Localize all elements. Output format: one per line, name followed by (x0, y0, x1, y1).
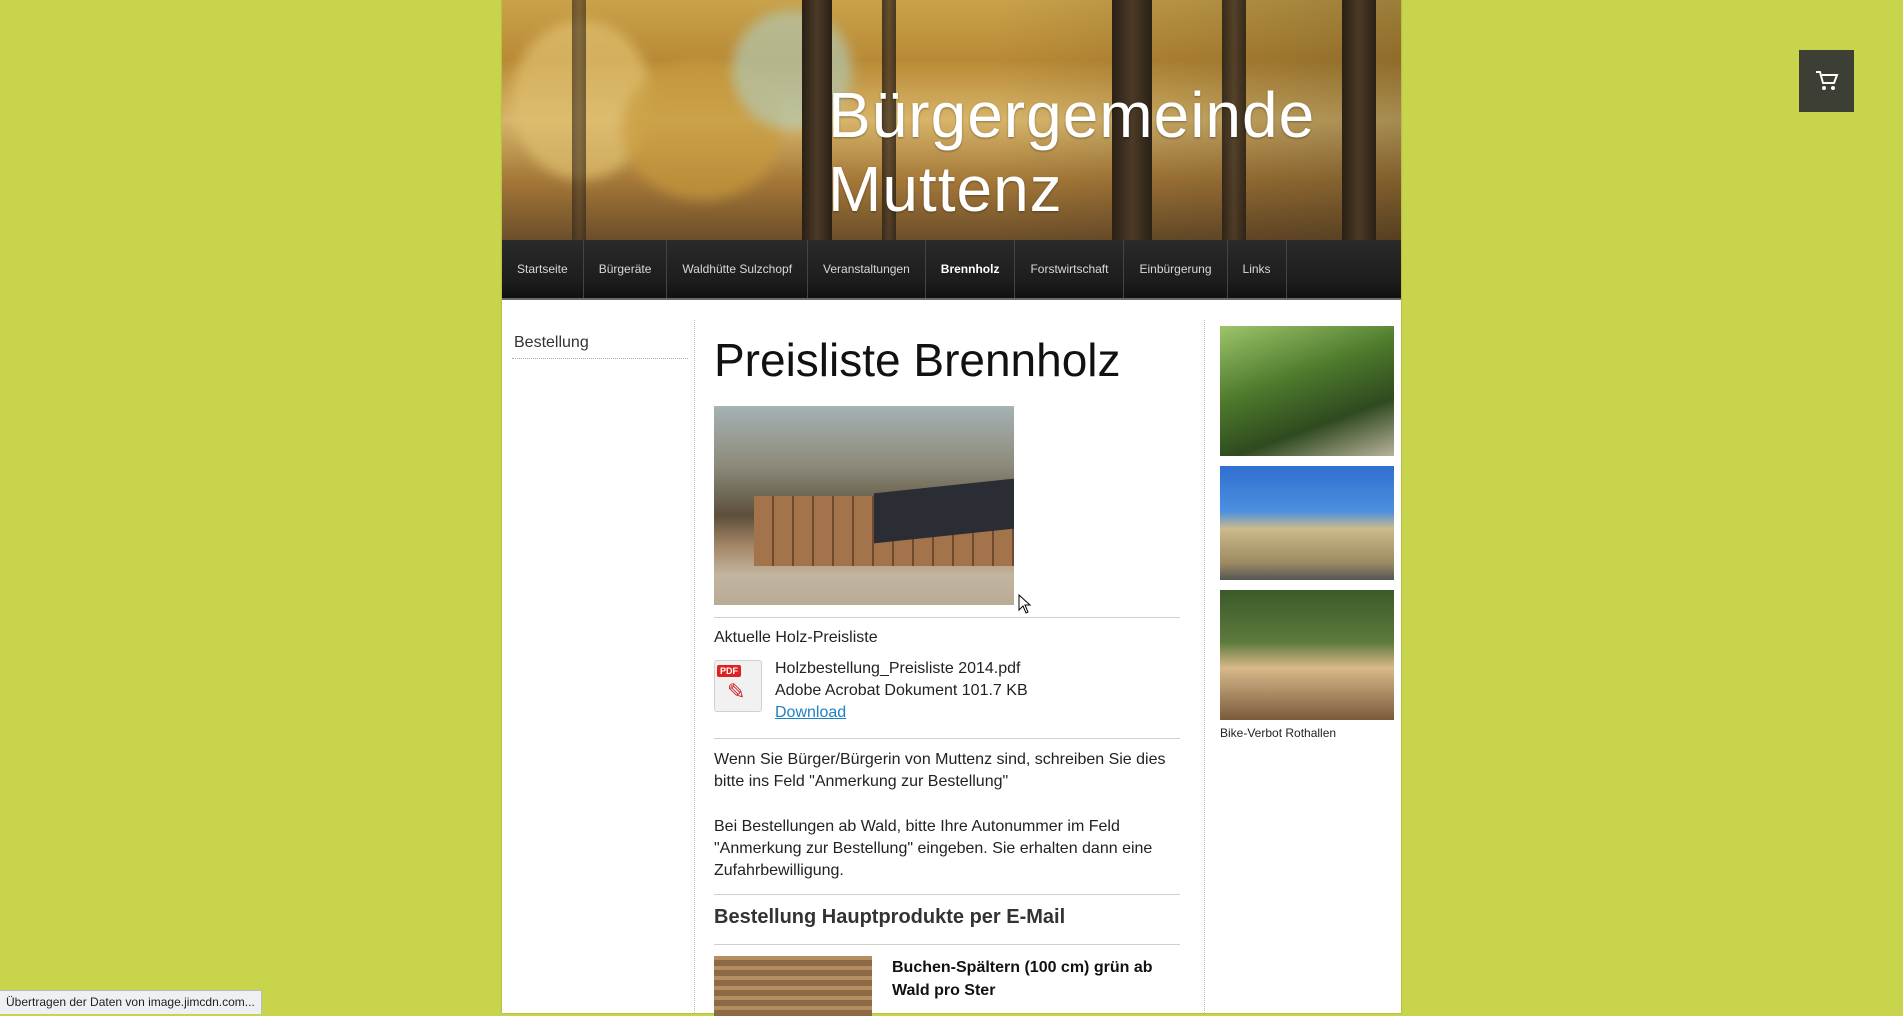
section-label: Aktuelle Holz-Preisliste (714, 629, 878, 646)
header-banner: Bürgergemeinde Muttenz (502, 0, 1401, 240)
page-title: Preisliste Brennholz (714, 334, 1121, 386)
order-section-heading: Bestellung Hauptprodukte per E-Mail (714, 906, 1066, 928)
shopping-cart-button[interactable] (1799, 50, 1854, 112)
download-filename: Holzbestellung_Preisliste 2014.pdf (775, 660, 1021, 677)
pdf-badge: PDF (717, 665, 741, 677)
divider (714, 944, 1180, 945)
download-meta: Adobe Acrobat Dokument 101.7 KB (775, 682, 1028, 699)
nav-item-brennholz[interactable]: Brennholz (926, 240, 1016, 298)
sub-navigation: Bestellung (512, 332, 688, 359)
divider (714, 617, 1180, 618)
nav-item-einbuergerung[interactable]: Einbürgerung (1124, 240, 1228, 298)
paragraph-citizens: Wenn Sie Bürger/Bürgerin von Muttenz sin… (714, 751, 1166, 790)
shopping-cart-icon (1815, 71, 1838, 90)
forest-path-image[interactable] (1220, 326, 1394, 456)
nav-item-startseite[interactable]: Startseite (502, 240, 584, 298)
pdf-icon[interactable]: PDF ✎ (714, 660, 762, 712)
main-content: Preisliste Brennholz Aktuelle Holz-Preis… (714, 330, 1180, 1016)
divider (714, 738, 1180, 739)
nav-item-waldhuette[interactable]: Waldhütte Sulzchopf (667, 240, 809, 298)
mouse-cursor-icon (1018, 594, 1032, 614)
boardwalk-image[interactable] (1220, 590, 1394, 720)
acrobat-icon: ✎ (727, 679, 746, 704)
column-divider (1204, 320, 1205, 1013)
product-image[interactable] (714, 956, 872, 1016)
product-title: Buchen-Spältern (100 cm) grün ab Wald pr… (892, 959, 1153, 999)
paragraph-car-number: Bei Bestellungen ab Wald, bitte Ihre Aut… (714, 818, 1153, 879)
nav-item-veranstaltungen[interactable]: Veranstaltungen (808, 240, 926, 298)
divider (714, 894, 1180, 895)
firewood-stack-image[interactable] (714, 406, 1014, 605)
site-title[interactable]: Bürgergemeinde Muttenz (828, 78, 1315, 226)
nav-item-forstwirtschaft[interactable]: Forstwirtschaft (1015, 240, 1125, 298)
building-image[interactable] (1220, 466, 1394, 580)
image-caption: Bike-Verbot Rothallen (1220, 726, 1337, 740)
column-divider (694, 320, 695, 1013)
nav-item-buergeraete[interactable]: Bürgeräte (584, 240, 668, 298)
nav-item-links[interactable]: Links (1228, 240, 1287, 298)
browser-status-bar: Übertragen der Daten von image.jimcdn.co… (0, 990, 262, 1014)
subnav-item-bestellung[interactable]: Bestellung (512, 332, 688, 359)
page-container: Bürgergemeinde Muttenz Startseite Bürger… (502, 0, 1401, 1016)
main-navigation: Startseite Bürgeräte Waldhütte Sulzchopf… (502, 240, 1401, 300)
download-link[interactable]: Download (775, 704, 846, 722)
